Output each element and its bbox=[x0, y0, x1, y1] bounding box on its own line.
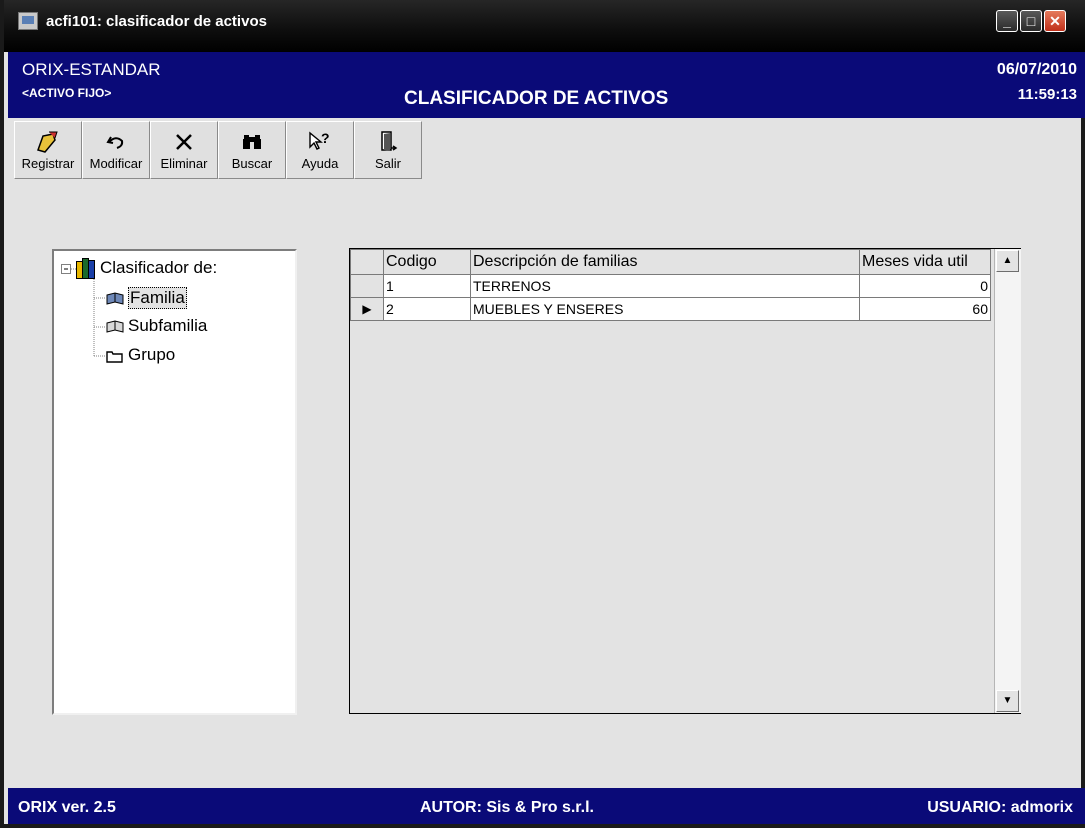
col-header-codigo[interactable]: Codigo bbox=[383, 249, 471, 275]
classifier-tree[interactable]: Clasificador de: Familia Subfamilia Grup… bbox=[52, 249, 297, 715]
ayuda-button[interactable]: ? Ayuda bbox=[286, 121, 354, 179]
help-cursor-icon: ? bbox=[305, 128, 335, 156]
salir-button[interactable]: Salir bbox=[354, 121, 422, 179]
folder-icon bbox=[106, 348, 124, 363]
grid-corner bbox=[350, 249, 384, 275]
register-icon bbox=[33, 128, 63, 156]
app-header: ORIX-ESTANDAR <ACTIVO FIJO> CLASIFICADOR… bbox=[8, 52, 1085, 118]
toolbar: Registrar Modificar Eliminar Buscar ? Ay… bbox=[14, 121, 422, 181]
row-selector[interactable]: ▶ bbox=[350, 297, 384, 321]
col-header-meses[interactable]: Meses vida util bbox=[859, 249, 991, 275]
modificar-button[interactable]: Modificar bbox=[82, 121, 150, 179]
page-title: CLASIFICADOR DE ACTIVOS bbox=[404, 88, 669, 109]
module-name: <ACTIVO FIJO> bbox=[22, 86, 112, 100]
delete-x-icon bbox=[169, 128, 199, 156]
arrow-up-icon: ▲ bbox=[1002, 255, 1013, 266]
status-author: AUTOR: Sis & Pro s.r.l. bbox=[420, 799, 594, 816]
header-time: 11:59:13 bbox=[1017, 86, 1077, 103]
cell-descripcion[interactable]: MUEBLES Y ENSERES bbox=[470, 297, 860, 321]
status-bar: ORIX ver. 2.5 AUTOR: Sis & Pro s.r.l. US… bbox=[8, 788, 1085, 824]
company-name: ORIX-ESTANDAR bbox=[22, 60, 161, 79]
grid-vertical-scrollbar[interactable]: ▲ ▼ bbox=[994, 249, 1021, 713]
eliminar-label: Eliminar bbox=[160, 156, 208, 171]
binoculars-icon bbox=[237, 128, 267, 156]
cell-meses[interactable]: 60 bbox=[859, 297, 991, 321]
familias-grid[interactable]: Codigo Descripción de familias Meses vid… bbox=[349, 248, 1021, 714]
salir-label: Salir bbox=[374, 156, 401, 171]
exit-door-icon bbox=[373, 128, 403, 156]
cell-codigo[interactable]: 2 bbox=[383, 297, 471, 321]
scroll-up-button[interactable]: ▲ bbox=[996, 250, 1019, 272]
minimize-button[interactable]: _ bbox=[996, 10, 1018, 32]
status-version: ORIX ver. 2.5 bbox=[18, 799, 116, 816]
arrow-down-icon: ▼ bbox=[1002, 695, 1013, 706]
status-user: USUARIO: admorix bbox=[927, 799, 1073, 816]
registrar-label: Registrar bbox=[21, 156, 75, 171]
ayuda-label: Ayuda bbox=[301, 156, 339, 171]
books-icon bbox=[76, 258, 95, 279]
cell-meses[interactable]: 0 bbox=[859, 274, 991, 298]
scroll-down-button[interactable]: ▼ bbox=[996, 690, 1019, 712]
eliminar-button[interactable]: Eliminar bbox=[150, 121, 218, 179]
book-icon bbox=[106, 319, 124, 333]
close-button[interactable]: ✕ bbox=[1044, 10, 1066, 32]
undo-icon bbox=[101, 128, 131, 156]
cell-descripcion[interactable]: TERRENOS bbox=[470, 274, 860, 298]
grid-header-row: Codigo Descripción de familias Meses vid… bbox=[350, 249, 991, 275]
tree-node-root[interactable]: Clasificador de: bbox=[76, 258, 218, 279]
maximize-button[interactable]: □ bbox=[1020, 10, 1042, 32]
tree-familia-label: Familia bbox=[128, 287, 187, 309]
table-row[interactable]: ▶ 2 MUEBLES Y ENSERES 60 bbox=[350, 297, 991, 321]
tree-root-label: Clasificador de: bbox=[100, 258, 218, 277]
open-book-icon bbox=[106, 291, 124, 305]
header-date: 06/07/2010 bbox=[996, 61, 1077, 78]
col-header-descripcion[interactable]: Descripción de familias bbox=[470, 249, 860, 275]
row-selector[interactable] bbox=[350, 274, 384, 298]
tree-node-subfamilia[interactable]: Subfamilia bbox=[106, 316, 207, 336]
registrar-button[interactable]: Registrar bbox=[14, 121, 82, 179]
table-row[interactable]: 1 TERRENOS 0 bbox=[350, 274, 991, 298]
buscar-button[interactable]: Buscar bbox=[218, 121, 286, 179]
tree-grupo-label: Grupo bbox=[128, 345, 176, 364]
svg-text:?: ? bbox=[321, 131, 330, 146]
tree-node-grupo[interactable]: Grupo bbox=[106, 345, 175, 365]
tree-node-familia[interactable]: Familia bbox=[106, 287, 187, 309]
modificar-label: Modificar bbox=[89, 156, 143, 171]
cell-codigo[interactable]: 1 bbox=[383, 274, 471, 298]
current-row-arrow-icon: ▶ bbox=[362, 302, 372, 316]
buscar-label: Buscar bbox=[231, 156, 273, 171]
title-bar[interactable]: acfi101: clasificador de activos _ □ ✕ bbox=[4, 0, 1085, 52]
app-window: acfi101: clasificador de activos _ □ ✕ O… bbox=[0, 0, 1085, 828]
window-title: acfi101: clasificador de activos bbox=[46, 13, 267, 30]
app-icon bbox=[18, 12, 38, 30]
tree-subfamilia-label: Subfamilia bbox=[128, 316, 208, 335]
